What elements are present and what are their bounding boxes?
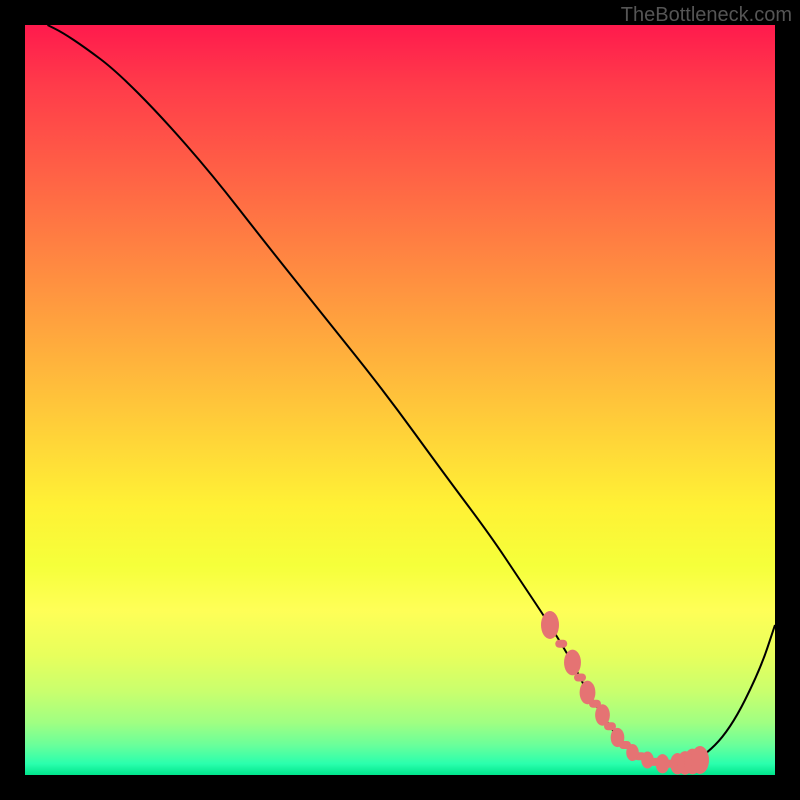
optimal-marker-link [574, 674, 586, 682]
watermark-text: TheBottleneck.com [621, 4, 792, 27]
chart-svg [25, 25, 775, 775]
optimal-marker [641, 751, 654, 768]
bottleneck-curve [48, 25, 776, 764]
optimal-marker-link [555, 640, 567, 648]
optimal-marker [611, 728, 625, 747]
plot-area [25, 25, 775, 775]
optimal-marker [691, 746, 709, 774]
optimal-marker [541, 611, 559, 639]
optimal-marker [595, 704, 610, 725]
optimal-markers [541, 611, 709, 775]
optimal-marker [580, 681, 596, 705]
optimal-marker [626, 744, 639, 761]
optimal-marker [564, 650, 581, 676]
optimal-marker [656, 754, 670, 773]
